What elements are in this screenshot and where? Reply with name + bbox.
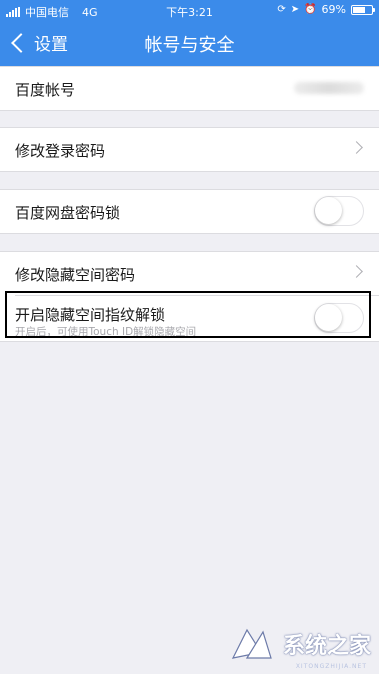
rotation-lock-icon: ⟳ — [277, 3, 286, 15]
watermark: 系统之家 — [227, 624, 371, 664]
change-login-password-row[interactable]: 修改登录密码 — [0, 128, 379, 171]
netdisk-lock-label: 百度网盘密码锁 — [15, 204, 121, 222]
chevron-right-icon — [350, 265, 363, 278]
hidden-space-touch-id-row: 开启隐藏空间指纹解锁 开启后，可使用Touch ID解锁隐藏空间 — [0, 295, 379, 341]
top-bar: 中国电信 4G 下午3:21 ⟳ ➤ ⏰ 69% 设置 帐号与安全 — [0, 0, 379, 66]
page-title: 帐号与安全 — [144, 35, 235, 56]
account-group: 百度帐号 — [0, 66, 379, 111]
hidden-space-group: 修改隐藏空间密码 开启隐藏空间指纹解锁 开启后，可使用Touch ID解锁隐藏空… — [0, 251, 379, 342]
netdisk-lock-toggle[interactable] — [314, 196, 364, 226]
battery-percent: 69% — [321, 3, 346, 16]
toggle-knob — [315, 304, 342, 331]
account-label: 百度帐号 — [15, 81, 76, 99]
row-divider — [15, 295, 379, 296]
status-right: ⟳ ➤ ⏰ 69% — [277, 3, 375, 16]
login-password-group: 修改登录密码 — [0, 127, 379, 172]
battery-icon — [351, 4, 375, 15]
hidden-space-touch-id-toggle[interactable] — [314, 303, 364, 333]
battery-fill — [353, 6, 365, 13]
change-hidden-space-password-row[interactable]: 修改隐藏空间密码 — [0, 252, 379, 295]
watermark-subtext: XITONGZHIJIA.NET — [295, 663, 367, 670]
nav-bar: 设置 帐号与安全 — [0, 22, 379, 66]
account-value-redacted — [294, 82, 364, 94]
hidden-space-touch-id-sublabel: 开启后，可使用Touch ID解锁隐藏空间 — [15, 326, 197, 338]
watermark-logo-icon — [227, 624, 277, 664]
toggle-knob — [315, 197, 342, 224]
netdisk-lock-group: 百度网盘密码锁 — [0, 189, 379, 234]
alarm-icon: ⏰ — [304, 3, 317, 15]
screen: 中国电信 4G 下午3:21 ⟳ ➤ ⏰ 69% 设置 帐号与安全 百度帐号 修… — [0, 0, 379, 674]
hidden-space-touch-id-label: 开启隐藏空间指纹解锁 — [15, 306, 166, 324]
location-icon: ➤ — [290, 3, 300, 15]
watermark-text: 系统之家 — [282, 634, 371, 659]
account-row[interactable]: 百度帐号 — [0, 67, 379, 110]
chevron-right-icon — [350, 141, 363, 154]
netdisk-lock-row: 百度网盘密码锁 — [0, 190, 379, 233]
change-hidden-space-password-label: 修改隐藏空间密码 — [15, 266, 136, 284]
change-login-password-label: 修改登录密码 — [15, 142, 106, 160]
status-bar: 中国电信 4G 下午3:21 ⟳ ➤ ⏰ 69% — [0, 0, 379, 22]
